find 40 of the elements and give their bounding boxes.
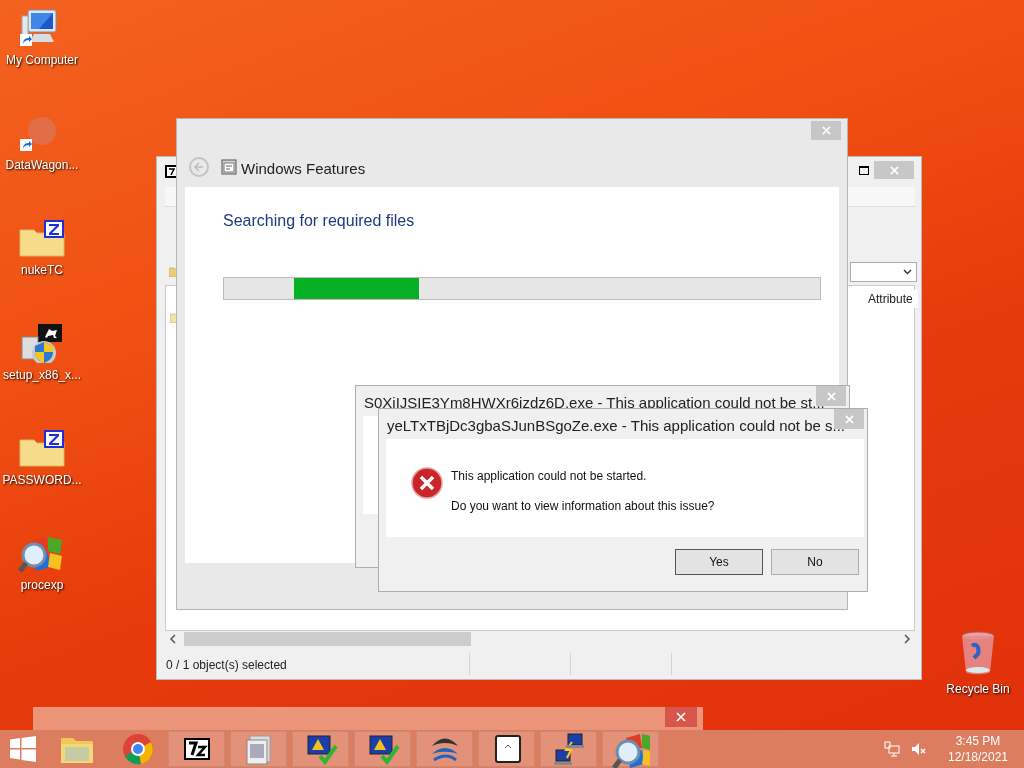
dialog-button[interactable]: No — [771, 549, 859, 575]
icon-label[interactable]: procexp — [20, 576, 64, 594]
window-title: Windows Features — [241, 159, 366, 179]
back-arrow-icon — [194, 162, 204, 172]
close-icon — [889, 165, 899, 175]
close-button[interactable] — [665, 707, 697, 727]
icon-label[interactable]: My Computer — [6, 51, 78, 69]
zip-folder-icon[interactable] — [18, 428, 66, 468]
close-icon — [844, 414, 854, 424]
close-icon — [821, 126, 831, 135]
error-question: Do you want to view information about this issue? — [451, 498, 715, 515]
address-field[interactable] — [850, 262, 917, 282]
icon-label[interactable]: Recycle Bin — [946, 680, 1010, 698]
close-icon — [826, 391, 836, 401]
zip-folder-icon[interactable] — [18, 218, 66, 258]
dialog-title: yeLTxTBjDc3gbaSJunBSgoZe.exe - This application could not be s... — [387, 416, 846, 436]
heading: Searching for required files — [223, 211, 415, 231]
column-header[interactable]: Attribute — [868, 290, 918, 308]
window-icon — [221, 159, 237, 175]
muted-speaker-icon — [910, 741, 926, 757]
clock[interactable]: 3:45 PM 12/18/2021 — [940, 733, 1016, 765]
taskbar-button[interactable] — [168, 731, 225, 767]
dialog-title: S0XiIJSIE3Ym8HWXr6jzdz6D.exe - This application could not be st... — [364, 393, 825, 413]
chevron-down-icon — [903, 269, 912, 275]
icon-label[interactable]: PASSWORD... — [2, 471, 82, 489]
taskbar-button[interactable] — [292, 731, 349, 767]
taskbar-button[interactable] — [354, 731, 411, 767]
error-icon — [411, 467, 443, 499]
taskbar-button[interactable] — [478, 731, 535, 767]
scroll-thumb[interactable] — [184, 632, 471, 646]
icon-label[interactable]: DataWagon... — [5, 156, 79, 174]
close-icon — [676, 712, 686, 722]
status-text: 0 / 1 object(s) selected — [166, 657, 287, 674]
maximize-icon — [859, 165, 869, 175]
icon-label[interactable]: nukeTC — [21, 261, 63, 279]
windows-logo-icon — [10, 736, 36, 762]
dialog-button[interactable]: Yes — [675, 549, 763, 575]
network-icon — [884, 741, 900, 757]
error-message: This application could not be started. — [451, 468, 647, 485]
icon-label[interactable]: setup_x86_x... — [2, 366, 82, 384]
